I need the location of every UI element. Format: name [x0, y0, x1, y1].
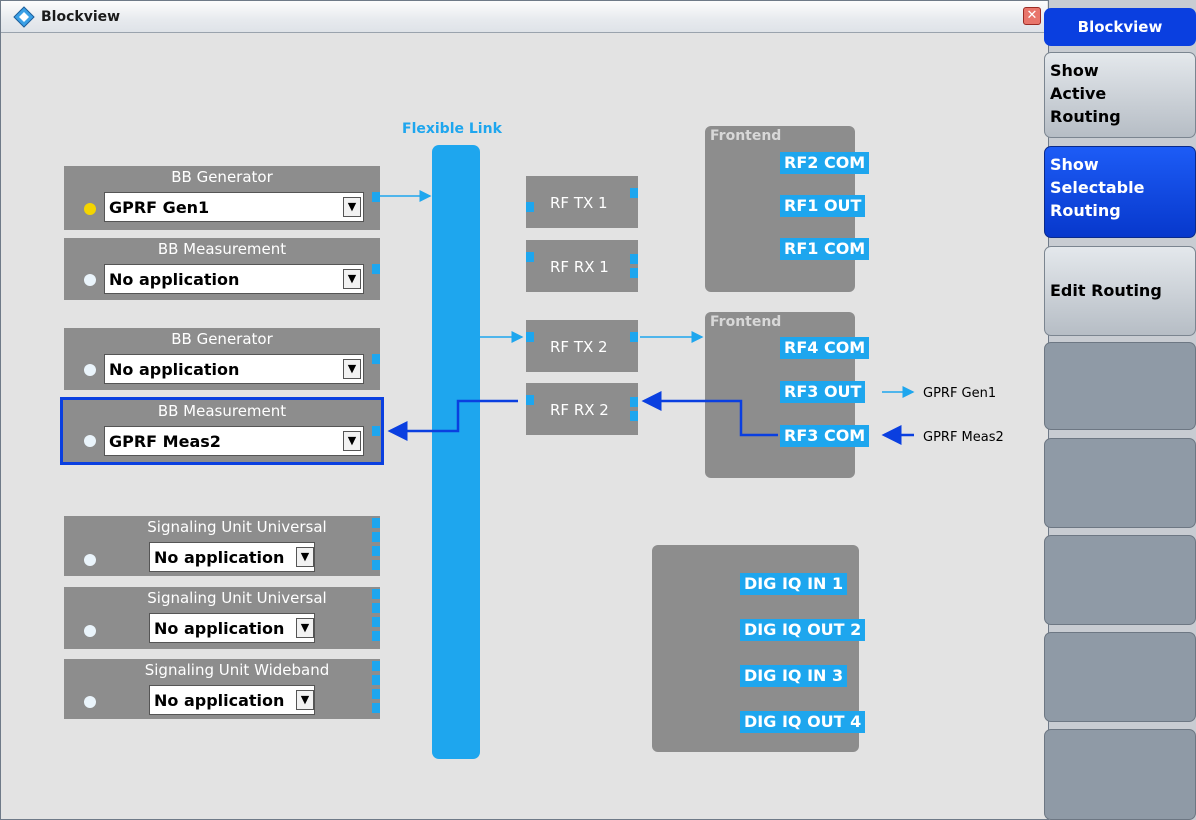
softkey-empty-4[interactable]	[1044, 632, 1196, 722]
show-selectable-routing-button[interactable]: Show Selectable Routing	[1044, 146, 1196, 238]
button-label: Edit Routing	[1050, 281, 1162, 300]
route-rfrx2-to-meas2	[387, 399, 518, 441]
edit-routing-button[interactable]: Edit Routing	[1044, 246, 1196, 336]
softkey-empty-1[interactable]	[1044, 342, 1196, 430]
show-active-routing-button[interactable]: Show Active Routing	[1044, 52, 1196, 138]
panel-header: Blockview	[1044, 8, 1196, 46]
softkey-empty-3[interactable]	[1044, 535, 1196, 625]
softkey-empty-2[interactable]	[1044, 438, 1196, 528]
button-label: Show Active Routing	[1050, 61, 1121, 126]
button-label: Show Selectable Routing	[1050, 155, 1145, 220]
routing-lines	[380, 190, 915, 445]
route-rf3com-to-rfrx2	[641, 391, 778, 437]
softkey-empty-5[interactable]	[1044, 729, 1196, 820]
